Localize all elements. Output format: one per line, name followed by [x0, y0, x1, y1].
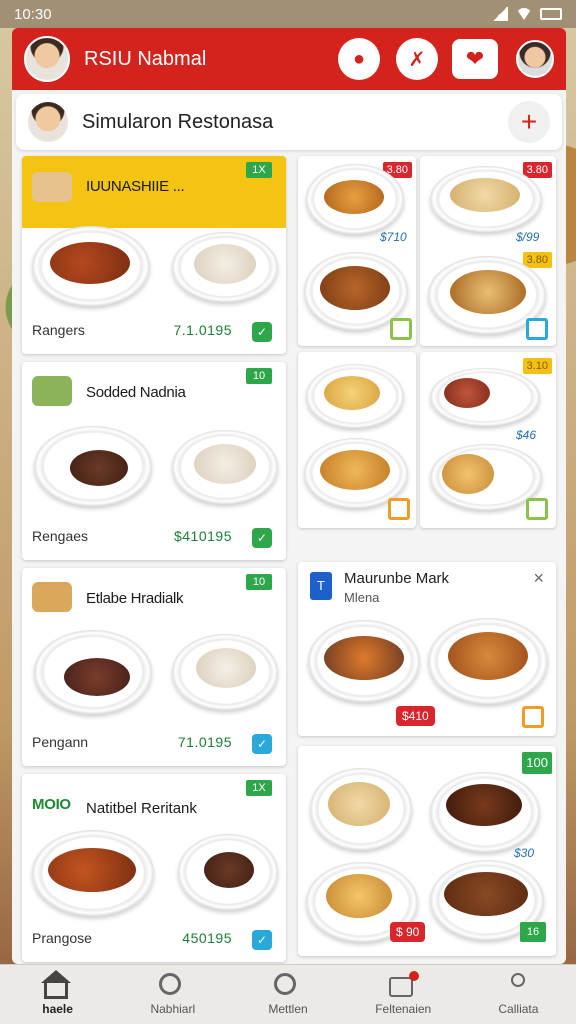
heart-icon: ❤ [465, 46, 485, 71]
nav-item-explore[interactable]: Mettlen [230, 965, 345, 1024]
add-button[interactable]: + [508, 101, 550, 143]
menu-card[interactable]: Etlabe Hradialk 10 Pengann 71.0195 ✓ [22, 568, 286, 766]
cell-price: $46 [516, 428, 537, 442]
nav-label: haele [42, 1002, 73, 1016]
panel-header: Simularon Restonasa + [16, 94, 562, 150]
status-bar: 10:30 [0, 0, 576, 28]
panel-title: Simularon Restonasa [82, 110, 274, 133]
location-icon: ● [352, 47, 366, 70]
inbox-icon [389, 977, 414, 997]
card-price: 7.1.0195 [173, 322, 232, 338]
card-label: Pengann [32, 734, 89, 750]
status-time: 10:30 [14, 5, 52, 23]
location-button[interactable]: ● [338, 38, 380, 80]
app-bar: RSIU Nabmal ● ✗ ❤ [12, 28, 566, 90]
brand-logo-icon: T [310, 572, 332, 600]
card-action-icon[interactable]: ✓ [252, 930, 272, 950]
nav-label: Nabhiarl [150, 1002, 196, 1016]
cell-price-pill: $ 90 [390, 922, 426, 942]
banner-price: $410 [396, 706, 435, 726]
select-checkbox[interactable] [388, 498, 410, 520]
promo-banner[interactable]: T Maurunbe Mark Mlena × $410 [298, 562, 556, 736]
select-checkbox[interactable] [390, 318, 412, 340]
herb-icon [32, 376, 72, 406]
card-title: IUUNASHIIE ... [86, 178, 185, 195]
select-checkbox[interactable] [522, 706, 544, 728]
grid-cell[interactable]: 3.10 $46 [420, 352, 556, 528]
select-checkbox[interactable] [526, 318, 548, 340]
cell-tag: 100 [522, 752, 552, 774]
menu-card[interactable]: Sodded Nadnia 10 Rengaes $410195 ✓ [22, 362, 286, 560]
notification-dot [409, 971, 420, 981]
card-price: 450195 [182, 930, 232, 946]
card-price: 71.0195 [177, 734, 232, 750]
skewer-icon [32, 582, 72, 612]
cell-badge[interactable]: 16 [520, 922, 546, 942]
avatar[interactable] [24, 36, 70, 82]
card-label: Rangers [32, 322, 85, 338]
banner-title: Maurunbe Mark [344, 570, 450, 587]
card-label: Rengaes [32, 528, 89, 544]
close-icon[interactable]: × [533, 568, 544, 589]
main-panel: Simularon Restonasa + IUUNASHIIE ... 1X … [12, 90, 566, 964]
bottom-nav: haele Nabhiarl Mettlen Feltenaien Callia… [0, 964, 576, 1024]
grid-cell[interactable]: 3.80 $710 [298, 156, 416, 346]
signal-icon [492, 7, 508, 21]
nav-item-search[interactable]: Nabhiarl [115, 965, 230, 1024]
wifi-icon [516, 8, 532, 20]
profile-avatar[interactable] [516, 40, 554, 78]
card-action-icon[interactable]: ✓ [252, 528, 272, 548]
nav-label: Feltenaien [375, 1002, 432, 1016]
card-tag: 1X [246, 162, 272, 178]
card-tag: 10 [246, 574, 272, 590]
app-title: RSIU Nabmal [84, 47, 207, 70]
food-icon [32, 172, 72, 202]
cell-price: $30 [514, 846, 535, 860]
card-tag: 10 [246, 368, 272, 384]
nav-label: Calliata [498, 1002, 539, 1016]
select-checkbox[interactable] [526, 498, 548, 520]
card-title: Sodded Nadnia [86, 384, 186, 401]
grid-cell[interactable]: 100 $30 $ 90 16 [298, 746, 556, 956]
search-icon [274, 973, 296, 995]
card-badge-title: MOIO [32, 796, 71, 813]
grid-cell[interactable]: 3.80 $/99 3.80 [420, 156, 556, 346]
banner-subtitle: Mlena [344, 590, 380, 605]
favorite-button[interactable]: ❤ [452, 39, 498, 79]
cell-tag: 3.10 [522, 358, 552, 374]
edit-icon: ✗ [408, 48, 426, 71]
nav-label: Mettlen [268, 1002, 308, 1016]
card-tag: 1X [246, 780, 272, 796]
card-title: Etlabe Hradialk [86, 590, 184, 607]
battery-icon [540, 8, 562, 20]
card-title: Natitbel Reritank [86, 800, 197, 817]
cell-price: $/99 [516, 230, 540, 244]
card-price: $410195 [173, 528, 232, 544]
menu-card[interactable]: IUUNASHIIE ... 1X Rangers 7.1.0195 ✓ [22, 156, 286, 354]
restaurant-avatar [28, 102, 68, 142]
card-action-icon[interactable]: ✓ [252, 734, 272, 754]
home-icon [40, 970, 71, 999]
user-icon [511, 973, 526, 987]
card-action-icon[interactable]: ✓ [252, 322, 272, 342]
edit-button[interactable]: ✗ [396, 38, 438, 80]
menu-card[interactable]: MOIO Natitbel Reritank 1X Prangose 45019… [22, 774, 286, 962]
card-label: Prangose [32, 930, 92, 946]
nav-item-profile[interactable]: Calliata [461, 965, 576, 1024]
nav-item-home[interactable]: haele [0, 965, 115, 1024]
cell-price: $710 [380, 230, 407, 244]
nav-item-inbox[interactable]: Feltenaien [346, 965, 461, 1024]
grid-cell[interactable] [298, 352, 416, 528]
search-icon [158, 973, 181, 995]
